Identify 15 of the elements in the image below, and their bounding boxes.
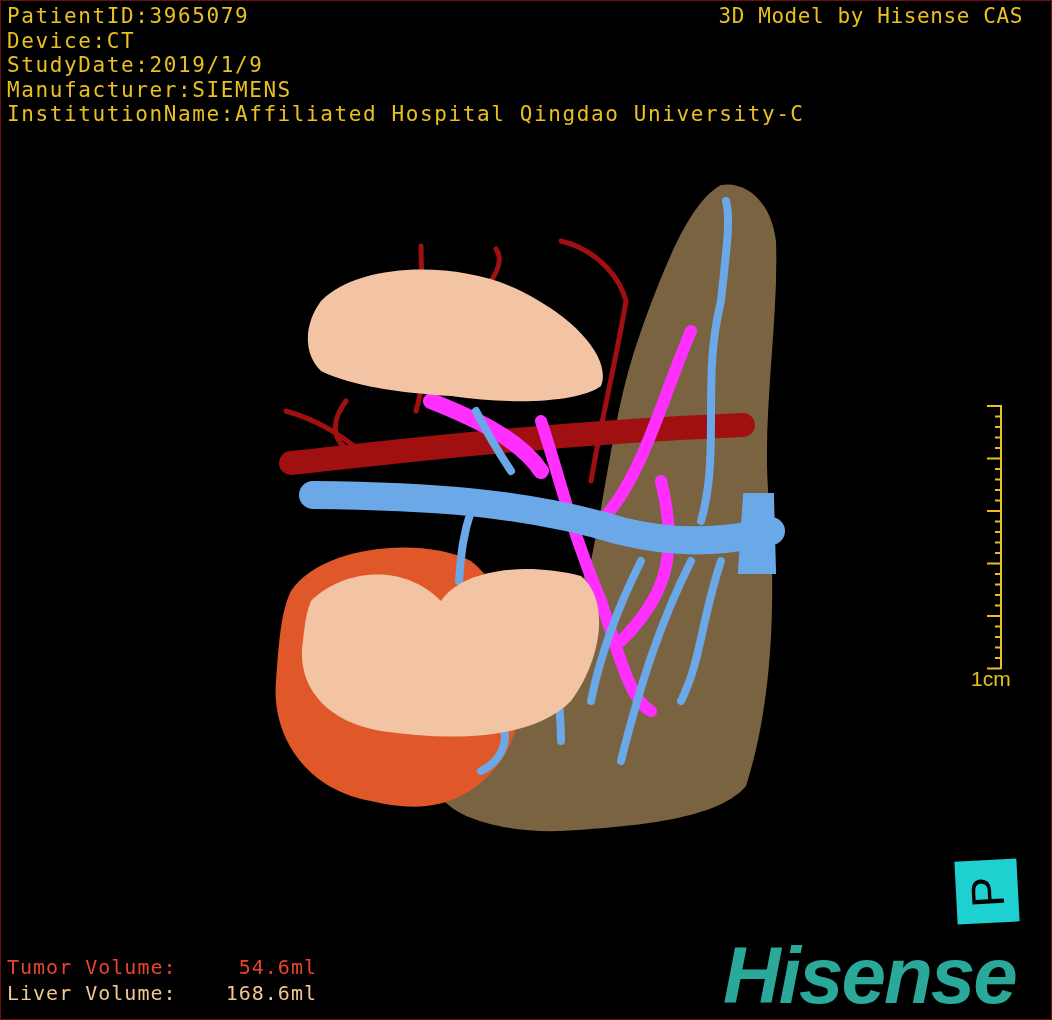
patient-info-text: Manufacturer:SIEMENS — [7, 77, 292, 102]
patient-info-text: StudyDate:2019/1/9 — [7, 53, 264, 78]
patient-info-text: InstitutionName:Affiliated Hospital Qingdao University-C — [7, 102, 805, 127]
model-credit-text: 3D Model by Hisense CAS — [718, 4, 1023, 29]
volume-value: 168.6ml — [224, 980, 317, 1006]
orientation-label: P — [963, 874, 1011, 909]
volume-value: 54.6ml — [237, 954, 317, 980]
orientation-cube[interactable]: P — [954, 858, 1020, 925]
scale-label: 1cm — [971, 667, 1011, 691]
patient-info-text: Device:CT — [7, 28, 136, 53]
logo: Hisense — [723, 936, 1016, 1016]
volume-label: Liver Volume: — [7, 980, 178, 1006]
volume-label: Tumor Volume: — [7, 954, 178, 980]
patient-info-text: PatientID:3965079 — [7, 4, 250, 29]
3d-viewport[interactable] — [0, 0, 1052, 1020]
